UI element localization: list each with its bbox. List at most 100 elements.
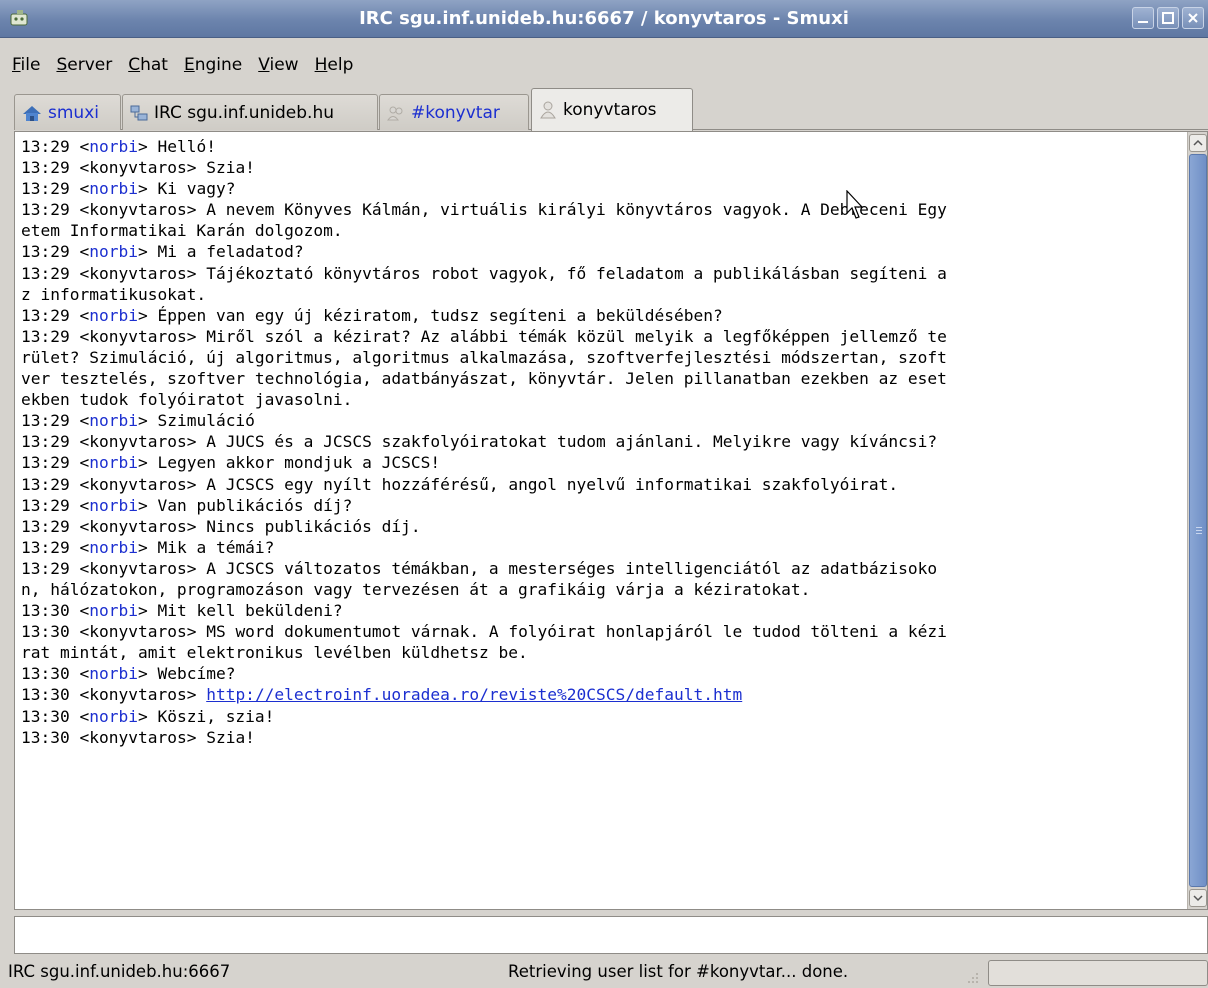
tab-konyvtaros-query-label: konyvtaros — [563, 100, 657, 120]
message-nick[interactable]: norbi — [89, 137, 138, 156]
message-nick[interactable]: norbi — [89, 496, 138, 515]
message-text: Szia! — [206, 727, 255, 747]
message-nick[interactable]: norbi — [89, 453, 138, 472]
message-nick[interactable]: konyvtaros — [89, 432, 186, 451]
message-timestamp: 13:29 — [21, 179, 70, 199]
scroll-thumb[interactable] — [1189, 154, 1207, 887]
menu-help[interactable]: Help — [307, 55, 362, 75]
message-nick[interactable]: konyvtaros — [89, 622, 186, 641]
chat-message-line: 13:29 <norbi> Helló! — [21, 137, 216, 156]
message-nick[interactable]: norbi — [89, 538, 138, 557]
message-nick[interactable]: konyvtaros — [89, 264, 186, 283]
message-nick[interactable]: norbi — [89, 601, 138, 620]
message-text: ver tesztelés, szoftver technológia, ada… — [21, 369, 947, 389]
chat-message-line: 13:30 <konyvtaros> MS word dokumentumot … — [21, 622, 947, 642]
chat-message-line: rület? Szimuláció, új algoritmus, algori… — [21, 347, 1185, 368]
tab-irc-server[interactable]: IRC sgu.inf.unideb.hu — [122, 94, 378, 130]
network-icon — [130, 105, 148, 120]
message-nick[interactable]: norbi — [89, 411, 138, 430]
chat-message-line: ver tesztelés, szoftver technológia, ada… — [21, 368, 1185, 389]
scroll-down-button[interactable] — [1189, 889, 1207, 907]
mouse-pointer-icon — [846, 190, 864, 219]
chat-message-line: 13:29 <konyvtaros> Nincs publikációs díj… — [21, 516, 421, 536]
chat-message-line: n, hálózatokon, programozáson vagy terve… — [21, 579, 1185, 600]
maximize-button[interactable] — [1157, 7, 1179, 29]
menu-view[interactable]: View — [250, 55, 306, 75]
chat-message-line: rat mintát, amit elektronikus levélben k… — [21, 642, 1185, 663]
message-nick[interactable]: konyvtaros — [89, 475, 186, 494]
message-nick[interactable]: norbi — [89, 242, 138, 261]
menu-file-label: ile — [20, 55, 41, 75]
message-timestamp: 13:29 — [21, 516, 70, 536]
chat-tabs: smuxi IRC sgu.inf.unideb.hu #konyvtar ko… — [14, 86, 1208, 131]
message-nick[interactable]: konyvtaros — [89, 517, 186, 536]
tab-konyvtaros-query[interactable]: konyvtaros — [531, 88, 693, 131]
menu-engine-label: ngine — [194, 55, 243, 75]
menu-chat-mnemonic: C — [128, 55, 141, 75]
chat-message-line: 13:29 <konyvtaros> Szia! — [21, 158, 255, 178]
message-nick[interactable]: konyvtaros — [89, 559, 186, 578]
message-nick[interactable]: konyvtaros — [89, 728, 186, 747]
scroll-up-button[interactable] — [1189, 134, 1207, 152]
message-text: A JCSCS egy nyílt hozzáférésű, angol nye… — [206, 474, 899, 494]
message-text: A JUCS és a JCSCS szakfolyóiratokat tudo… — [206, 432, 938, 452]
message-timestamp: 13:30 — [21, 622, 70, 642]
menu-chat[interactable]: Chat — [120, 55, 176, 75]
message-text: ekben tudok folyóiratot javasolni. — [21, 390, 353, 410]
message-nick[interactable]: norbi — [89, 306, 138, 325]
chat-message-line: 13:29 <konyvtaros> A JUCS és a JCSCS sza… — [21, 432, 938, 452]
menu-engine[interactable]: Engine — [176, 55, 250, 75]
window-title: IRC sgu.inf.unideb.hu:6667 / konyvtaros … — [359, 8, 849, 29]
message-list[interactable]: 13:29 <norbi> Helló! 13:29 <konyvtaros> S… — [21, 136, 1185, 905]
message-nick[interactable]: norbi — [89, 179, 138, 198]
message-nick[interactable]: konyvtaros — [89, 327, 186, 346]
chat-message-line: 13:29 <norbi> Éppen van egy új kéziratom… — [21, 305, 723, 325]
message-text: etem Informatikai Karán dolgozom. — [21, 221, 343, 241]
message-text: Webcíme? — [157, 664, 236, 684]
message-timestamp: 13:30 — [21, 664, 70, 684]
group-icon — [387, 106, 403, 120]
menu-file[interactable]: File — [4, 55, 48, 75]
message-nick[interactable]: konyvtaros — [89, 158, 186, 177]
chat-message-line: 13:30 <konyvtaros> http://electroinf.uor… — [21, 685, 743, 705]
message-timestamp: 13:29 — [21, 453, 70, 473]
message-nick[interactable]: konyvtaros — [89, 685, 186, 704]
message-text: Mit kell beküldeni? — [157, 601, 343, 621]
message-link[interactable]: http://electroinf.uoradea.ro/reviste%20C… — [206, 685, 742, 704]
message-timestamp: 13:29 — [21, 263, 70, 283]
vertical-scrollbar[interactable] — [1187, 132, 1207, 909]
menu-server-label: erver — [67, 55, 113, 75]
message-input[interactable] — [14, 916, 1208, 954]
message-timestamp: 13:29 — [21, 495, 70, 515]
message-text: Nincs publikációs díj. — [206, 516, 421, 536]
chat-view[interactable]: 13:29 <norbi> Helló! 13:29 <konyvtaros> S… — [14, 131, 1208, 910]
message-nick[interactable]: norbi — [89, 707, 138, 726]
home-icon — [23, 105, 41, 121]
chat-message-line: 13:29 <konyvtaros> A JCSCS változatos té… — [21, 558, 938, 578]
menu-server[interactable]: Server — [48, 55, 120, 75]
chat-message-line: 13:29 <norbi> Legyen akkor mondjuk a JCS… — [21, 453, 441, 473]
tab-konyvtar-channel[interactable]: #konyvtar — [379, 94, 529, 130]
title-bar[interactable]: IRC sgu.inf.unideb.hu:6667 / konyvtaros … — [0, 0, 1208, 38]
message-text: Szimuláció — [157, 411, 255, 431]
message-text: rület? Szimuláció, új algoritmus, algori… — [21, 347, 947, 367]
chevron-up-icon — [1193, 139, 1203, 146]
message-text: Van publikációs díj? — [157, 495, 353, 515]
chat-message-line: 13:29 <norbi> Mik a témái? — [21, 537, 275, 557]
message-timestamp: 13:29 — [21, 326, 70, 346]
message-text: Miről szól a kézirat? Az alábbi témák kö… — [206, 326, 947, 346]
message-text: Mi a feladatod? — [157, 242, 304, 262]
person-icon — [540, 101, 556, 119]
chat-message-line: etem Informatikai Karán dolgozom. — [21, 220, 1185, 241]
chevron-down-icon — [1193, 895, 1203, 902]
message-timestamp: 13:29 — [21, 242, 70, 262]
tab-irc-server-label: IRC sgu.inf.unideb.hu — [154, 102, 334, 123]
tab-smuxi[interactable]: smuxi — [14, 94, 121, 130]
menu-file-mnemonic: F — [12, 55, 21, 75]
message-nick[interactable]: norbi — [89, 664, 138, 683]
minimize-button[interactable] — [1132, 7, 1154, 29]
close-button[interactable] — [1182, 7, 1204, 29]
message-timestamp: 13:30 — [21, 727, 70, 747]
status-grip-icon — [968, 973, 978, 983]
message-nick[interactable]: konyvtaros — [89, 200, 186, 219]
